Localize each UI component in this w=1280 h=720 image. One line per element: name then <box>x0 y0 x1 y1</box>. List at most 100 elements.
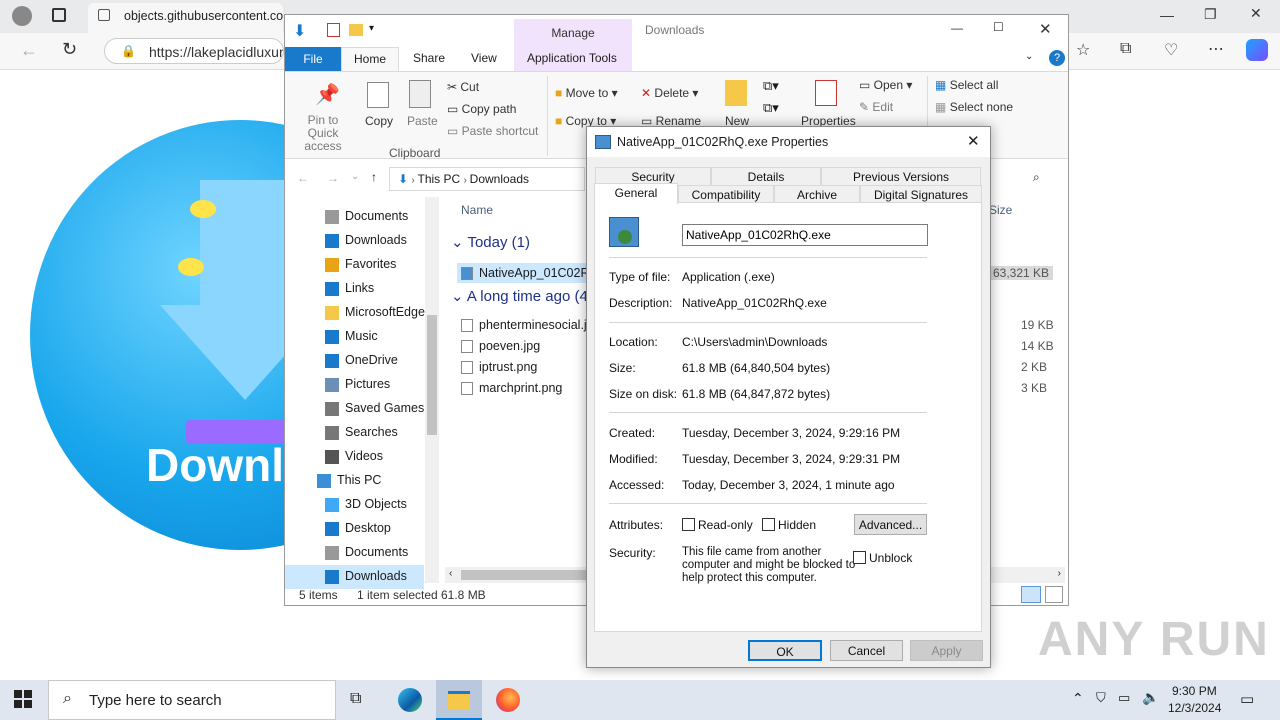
explorer-maximize-icon[interactable]: ☐ <box>993 20 1004 34</box>
delete-button[interactable]: ✕ Delete ▾ <box>641 86 698 100</box>
quick-access-down-icon[interactable]: ⬇ <box>293 21 306 41</box>
cancel-button[interactable]: Cancel <box>830 640 903 661</box>
browser-restore-icon[interactable]: ❐ <box>1204 6 1217 23</box>
tab-general[interactable]: General <box>594 183 678 204</box>
move-to-button[interactable]: ■ Move to ▾ <box>555 86 618 100</box>
details-view-icon[interactable] <box>1021 586 1041 603</box>
ok-button[interactable]: OK <box>748 640 822 661</box>
tab-archive[interactable]: Archive <box>774 185 860 203</box>
h-scroll-thumb[interactable] <box>461 570 591 580</box>
profile-icon[interactable] <box>12 6 32 26</box>
breadcrumb[interactable]: ⬇ › This PC › Downloads <box>389 167 585 191</box>
nav-item[interactable]: Links <box>285 277 424 301</box>
tab-previous-versions[interactable]: Previous Versions <box>821 167 981 185</box>
nav-item[interactable]: Saved Games <box>285 397 424 421</box>
pin-quick-access-button[interactable]: Pin to Quick access <box>291 114 355 153</box>
unblock-checkbox[interactable] <box>853 551 866 564</box>
nav-recent-icon[interactable]: ⌄ <box>351 171 359 182</box>
nav-forward-icon[interactable]: → <box>327 171 339 185</box>
nav-item[interactable]: Searches <box>285 421 424 445</box>
scroll-left-icon[interactable]: ‹ <box>449 568 452 579</box>
hidden-checkbox[interactable] <box>762 518 775 531</box>
qat-properties-icon[interactable] <box>327 23 340 37</box>
explorer-minimize-icon[interactable]: — <box>951 21 963 35</box>
tab-home[interactable]: Home <box>341 47 400 71</box>
group-today[interactable]: ⌄ Today (1) <box>451 233 530 251</box>
tab-file[interactable]: File <box>285 47 341 71</box>
favorites-star-icon[interactable]: ☆ <box>1076 40 1090 60</box>
help-icon[interactable]: ? <box>1049 50 1065 66</box>
nav-back-icon[interactable]: ← <box>297 171 309 185</box>
browser-close-icon[interactable]: ✕ <box>1250 5 1262 22</box>
copilot-icon[interactable] <box>1246 39 1268 61</box>
nav-item[interactable]: MicrosoftEdge <box>285 301 425 325</box>
taskbar-search-box[interactable]: ⌕ Type here to search <box>48 680 336 720</box>
copy-button[interactable]: Copy <box>365 114 393 128</box>
file-row[interactable]: NativeApp_01C02Rh <box>457 263 587 283</box>
paste-shortcut-button[interactable]: ▭ Paste shortcut <box>447 124 538 138</box>
easy-access-icon[interactable]: ⧉▾ <box>763 100 779 116</box>
browser-address-bar[interactable]: 🔒 https://lakeplacidluxur <box>104 38 284 64</box>
dialog-close-icon[interactable]: ✕ <box>967 132 980 150</box>
performance-icon[interactable]: ♡ <box>1164 40 1178 60</box>
open-button[interactable]: ▭ Open ▾ <box>859 78 912 92</box>
notifications-icon[interactable]: ▭ <box>1240 690 1254 708</box>
nav-item[interactable]: OneDrive <box>285 349 424 373</box>
nav-item[interactable]: Downloads <box>285 229 424 253</box>
filename-field[interactable] <box>682 224 928 246</box>
nav-up-icon[interactable]: ↑ <box>371 170 377 184</box>
tab-view[interactable]: View <box>459 47 509 71</box>
readonly-checkbox[interactable] <box>682 518 695 531</box>
back-icon[interactable]: ← <box>20 40 38 61</box>
task-view-icon[interactable]: ⧉ <box>350 690 361 708</box>
advanced-button[interactable]: Advanced... <box>854 514 927 535</box>
tray-network-icon[interactable]: ▭ <box>1118 690 1130 706</box>
nav-item[interactable]: Documents <box>285 541 424 565</box>
browser-minimize-icon[interactable]: — <box>1160 7 1174 23</box>
nav-item[interactable]: Videos <box>285 445 424 469</box>
edge-taskbar-icon[interactable] <box>398 688 422 712</box>
nav-scrollbar[interactable] <box>425 197 439 583</box>
breadcrumb-downloads[interactable]: Downloads <box>470 172 529 186</box>
scroll-right-icon[interactable]: › <box>1058 568 1061 579</box>
column-header-size[interactable]: Size <box>989 203 1012 217</box>
more-menu-icon[interactable]: ⋯ <box>1208 39 1224 59</box>
ribbon-expand-icon[interactable]: ⌄ <box>1025 51 1033 62</box>
nav-item[interactable]: Documents <box>285 205 424 229</box>
tab-actions-icon[interactable] <box>52 8 66 22</box>
nav-item[interactable]: Favorites <box>285 253 424 277</box>
breadcrumb-this-pc[interactable]: This PC <box>418 172 461 186</box>
file-row[interactable]: marchprint.png <box>457 378 587 398</box>
edit-button[interactable]: ✎ Edit <box>859 100 893 114</box>
browser-tab-1[interactable]: objects.githubusercontent.com <box>88 3 283 33</box>
search-box-icon[interactable]: ⌕ <box>1033 170 1040 185</box>
new-item-icon[interactable]: ⧉▾ <box>763 78 779 94</box>
explorer-taskbar-button[interactable] <box>436 680 482 720</box>
tab-details[interactable]: Details <box>711 167 821 185</box>
nav-item[interactable]: 3D Objects <box>285 493 424 517</box>
column-header-name[interactable]: Name <box>461 203 493 217</box>
paste-button[interactable]: Paste <box>407 114 438 128</box>
start-windows-icon[interactable] <box>14 690 32 708</box>
tab-compatibility[interactable]: Compatibility <box>678 185 774 203</box>
qat-folder-icon[interactable] <box>349 24 363 36</box>
tab-digital-signatures[interactable]: Digital Signatures <box>860 185 982 203</box>
apply-button[interactable]: Apply <box>910 640 983 661</box>
collections-icon[interactable]: ⧉ <box>1120 40 1131 58</box>
nav-item[interactable]: Pictures <box>285 373 424 397</box>
clock-time[interactable]: 9:30 PM <box>1172 684 1217 698</box>
cut-button[interactable]: ✂ Cut <box>447 80 479 94</box>
reload-icon[interactable]: ↻ <box>62 39 77 60</box>
tab-application-tools[interactable]: Application Tools <box>515 47 629 71</box>
select-none-button[interactable]: ▦ Select none <box>935 100 1013 114</box>
explorer-close-icon[interactable]: ✕ <box>1039 20 1052 38</box>
nav-item[interactable]: Desktop <box>285 517 424 541</box>
file-row[interactable]: iptrust.png <box>457 357 587 377</box>
nav-item[interactable]: Music <box>285 325 424 349</box>
group-long-ago[interactable]: ⌄ A long time ago (4 <box>451 287 591 305</box>
tab-share[interactable]: Share <box>401 47 457 71</box>
browser-tab-2[interactable] <box>1068 3 1088 33</box>
firefox-taskbar-icon[interactable] <box>496 688 520 712</box>
file-row[interactable]: poeven.jpg <box>457 336 587 356</box>
qat-dropdown-icon[interactable]: ▾ <box>369 23 374 34</box>
